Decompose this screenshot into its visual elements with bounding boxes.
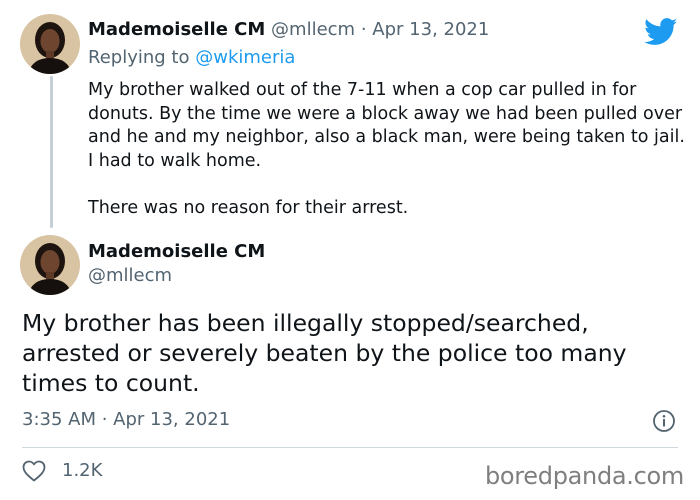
thread-connector-line <box>50 76 53 228</box>
author-handle[interactable]: @mllecm <box>271 19 355 40</box>
tweet-timestamp[interactable]: 3:35 AM · Apr 13, 2021 <box>22 409 230 430</box>
divider <box>22 447 678 448</box>
reply-tweet-text: My brother walked out of the 7-11 when a… <box>88 79 688 220</box>
author-name[interactable]: Mademoiselle CM <box>88 19 265 40</box>
separator-dot: · <box>360 19 367 40</box>
reply-paragraph: There was no reason for their arrest. <box>88 197 409 218</box>
like-count[interactable]: 1.2K <box>62 460 102 481</box>
author-handle[interactable]: @mllecm <box>88 265 172 286</box>
reply-tweet-header: Mademoiselle CM @mllecm · Apr 13, 2021 <box>88 18 489 42</box>
main-tweet-text: My brother has been illegally stopped/se… <box>22 309 627 397</box>
avatar[interactable] <box>20 14 80 74</box>
replying-to: Replying to @wkimeria <box>88 47 295 68</box>
watermark: boredpanda.com <box>484 462 684 490</box>
tweet-date[interactable]: Apr 13, 2021 <box>372 19 489 40</box>
author-name[interactable]: Mademoiselle CM <box>88 241 265 262</box>
replying-handle-link[interactable]: @wkimeria <box>195 47 295 68</box>
info-icon[interactable] <box>652 409 676 433</box>
twitter-bird-icon[interactable] <box>644 18 678 46</box>
heart-icon[interactable] <box>22 460 46 482</box>
reply-paragraph: My brother walked out of the 7-11 when a… <box>88 80 685 171</box>
avatar[interactable] <box>20 235 80 295</box>
replying-prefix: Replying to <box>88 47 190 68</box>
